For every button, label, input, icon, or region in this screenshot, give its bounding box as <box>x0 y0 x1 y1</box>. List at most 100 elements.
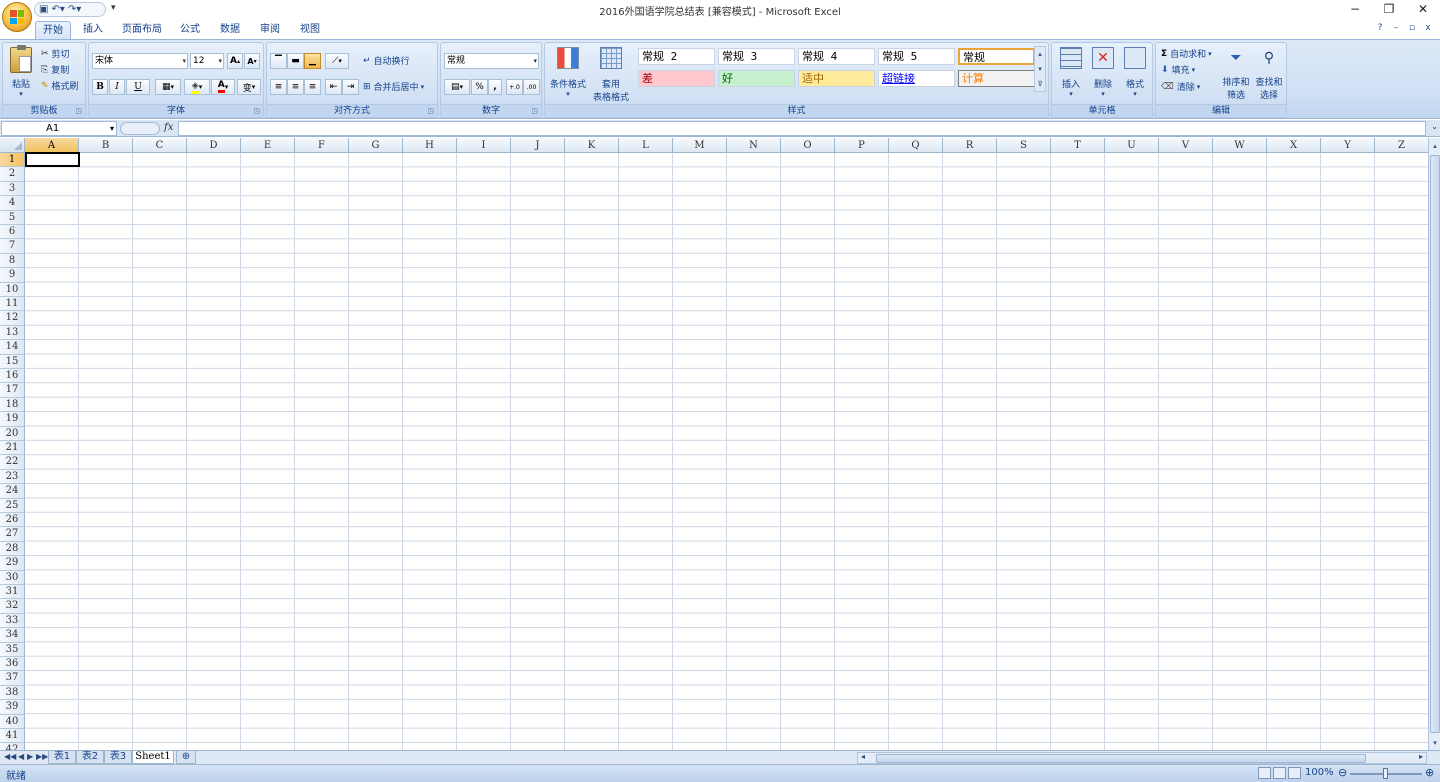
column-header-m[interactable]: M <box>673 138 727 153</box>
row-header-41[interactable]: 41 <box>0 729 25 744</box>
cell-grid[interactable] <box>25 153 1428 750</box>
align-middle-button[interactable]: ▬ <box>287 53 304 69</box>
format-as-table-button[interactable]: 套用 表格格式 <box>588 47 634 103</box>
workbook-restore-button[interactable]: ▫ <box>1406 23 1418 33</box>
paste-button[interactable]: 粘贴 ▾ <box>7 45 35 103</box>
fill-color-button[interactable]: ◈ ▾ <box>184 79 210 95</box>
zoom-out-icon[interactable]: ⊖ <box>1338 766 1347 779</box>
column-header-s[interactable]: S <box>997 138 1051 153</box>
row-header-1[interactable]: 1 <box>0 153 25 168</box>
decrease-indent-button[interactable]: ⇤ <box>325 79 342 95</box>
row-header-26[interactable]: 26 <box>0 513 25 528</box>
insert-function-button[interactable]: fx <box>164 122 173 133</box>
row-header-31[interactable]: 31 <box>0 585 25 600</box>
row-header-18[interactable]: 18 <box>0 397 25 413</box>
cell-style-5[interactable]: 常规 <box>958 48 1035 65</box>
row-header-30[interactable]: 30 <box>0 570 25 585</box>
row-header-17[interactable]: 17 <box>0 383 25 398</box>
tab-view[interactable]: 视图 <box>294 21 326 39</box>
column-header-q[interactable]: Q <box>889 138 943 153</box>
row-header-14[interactable]: 14 <box>0 340 25 355</box>
row-header-16[interactable]: 16 <box>0 369 25 384</box>
row-header-23[interactable]: 23 <box>0 469 25 485</box>
row-header-36[interactable]: 36 <box>0 657 25 672</box>
align-right-button[interactable]: ≡ <box>304 79 321 95</box>
customize-qat-button[interactable]: ▾ <box>111 3 116 13</box>
tab-home[interactable]: 开始 <box>35 21 71 39</box>
sheet-tab-1[interactable]: 表1 <box>48 751 76 764</box>
formula-input[interactable] <box>178 121 1426 136</box>
column-header-g[interactable]: G <box>349 138 403 153</box>
zoom-in-icon[interactable]: ⊕ <box>1425 766 1434 779</box>
page-break-view-icon[interactable] <box>1288 767 1301 779</box>
scroll-right-icon[interactable]: ▸ <box>1419 752 1423 761</box>
grow-font-button[interactable]: A ▴ <box>227 53 243 69</box>
fill-button[interactable]: ⬇ 填充 ▾ <box>1161 63 1195 77</box>
format-cells-button[interactable]: 格式 ▾ <box>1120 47 1150 98</box>
row-header-20[interactable]: 20 <box>0 426 25 441</box>
active-cell[interactable] <box>25 152 80 168</box>
phonetic-button[interactable]: 变 ▾ <box>237 79 261 95</box>
orientation-button[interactable]: ⟋ ▾ <box>325 53 349 69</box>
normal-view-icon[interactable] <box>1258 767 1271 779</box>
number-launcher-icon[interactable]: ◳ <box>531 107 538 115</box>
cell-style-4[interactable]: 常规 5 <box>878 48 955 65</box>
comma-button[interactable]: , <box>488 79 502 95</box>
align-center-button[interactable]: ≡ <box>287 79 304 95</box>
office-button[interactable] <box>2 2 32 32</box>
prev-sheet-icon[interactable]: ◀ <box>18 752 24 761</box>
scroll-left-icon[interactable]: ◂ <box>861 752 865 761</box>
cell-style-10[interactable]: 计算 <box>958 70 1035 87</box>
row-header-32[interactable]: 32 <box>0 599 25 614</box>
font-family-combo[interactable]: 宋体 ▾ <box>92 53 188 69</box>
copy-button[interactable]: ⎘ 复制 <box>41 63 69 77</box>
align-left-button[interactable]: ≡ <box>270 79 287 95</box>
column-header-e[interactable]: E <box>241 138 295 153</box>
row-header-33[interactable]: 33 <box>0 613 25 629</box>
column-header-r[interactable]: R <box>943 138 997 153</box>
increase-decimal-button[interactable]: +.0 <box>506 79 523 95</box>
column-header-y[interactable]: Y <box>1321 138 1375 153</box>
column-header-p[interactable]: P <box>835 138 889 153</box>
tab-review[interactable]: 审阅 <box>254 21 286 39</box>
increase-indent-button[interactable]: ⇥ <box>342 79 359 95</box>
row-header-8[interactable]: 8 <box>0 253 25 269</box>
undo-icon[interactable]: ↶▾ <box>51 4 64 16</box>
row-header-42[interactable]: 42 <box>0 743 25 750</box>
workbook-minimize-button[interactable]: – <box>1390 23 1402 33</box>
row-header-15[interactable]: 15 <box>0 354 25 369</box>
font-color-button[interactable]: A ▾ <box>211 79 235 95</box>
tab-data[interactable]: 数据 <box>214 21 246 39</box>
column-header-f[interactable]: F <box>295 138 349 153</box>
column-header-l[interactable]: L <box>619 138 673 153</box>
page-layout-view-icon[interactable] <box>1273 767 1286 779</box>
find-select-button[interactable]: ⚲ 查找和 选择 <box>1253 47 1285 101</box>
zoom-slider-knob[interactable] <box>1383 768 1388 779</box>
row-header-5[interactable]: 5 <box>0 210 25 225</box>
sort-filter-button[interactable]: ⏷ 排序和 筛选 <box>1220 47 1252 101</box>
row-header-28[interactable]: 28 <box>0 541 25 557</box>
row-header-6[interactable]: 6 <box>0 225 25 240</box>
row-header-34[interactable]: 34 <box>0 628 25 643</box>
row-header-4[interactable]: 4 <box>0 196 25 211</box>
restore-button[interactable]: ❐ <box>1372 0 1406 18</box>
column-header-n[interactable]: N <box>727 138 781 153</box>
row-header-19[interactable]: 19 <box>0 412 25 427</box>
conditional-formatting-button[interactable]: 条件格式 ▾ <box>548 47 588 98</box>
cell-style-7[interactable]: 好 <box>718 70 795 87</box>
zoom-level[interactable]: 100% <box>1305 767 1334 778</box>
horizontal-scrollbar[interactable]: ◂ ▸ <box>857 752 1427 764</box>
row-header-7[interactable]: 7 <box>0 239 25 254</box>
row-header-27[interactable]: 27 <box>0 527 25 542</box>
row-header-38[interactable]: 38 <box>0 685 25 701</box>
font-launcher-icon[interactable]: ◳ <box>253 107 260 115</box>
merge-center-button[interactable]: ⊞ 合并后居中 ▾ <box>363 80 424 94</box>
cell-style-2[interactable]: 常规 3 <box>718 48 795 65</box>
next-sheet-icon[interactable]: ▶ <box>27 752 33 761</box>
redo-icon[interactable]: ↷▾ <box>68 4 81 16</box>
first-sheet-icon[interactable]: ◀◀ <box>4 752 16 761</box>
cell-style-6[interactable]: 差 <box>638 70 715 87</box>
row-header-35[interactable]: 35 <box>0 642 25 657</box>
percent-button[interactable]: % <box>471 79 488 95</box>
row-header-21[interactable]: 21 <box>0 441 25 456</box>
